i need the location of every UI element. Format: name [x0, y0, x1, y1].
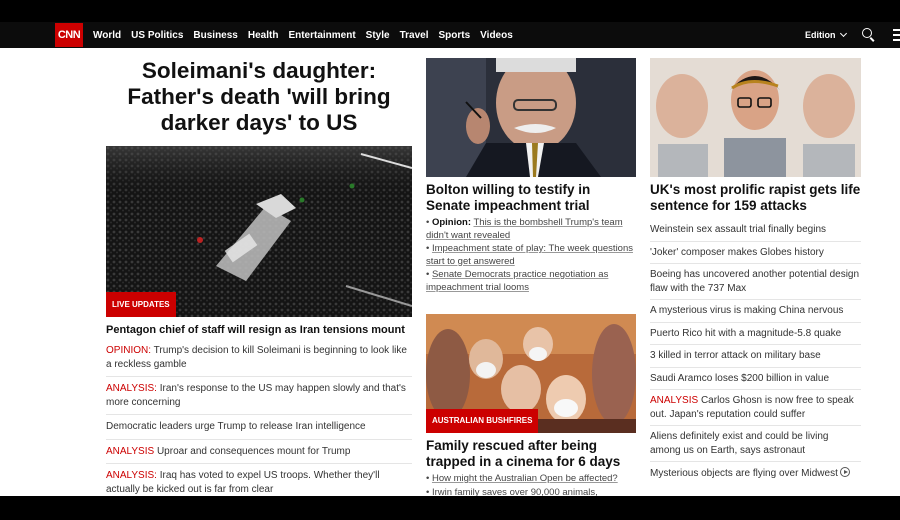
item-text: Weinstein sex assault trial finally begi… [650, 224, 827, 235]
item-prefix: ANALYSIS: [106, 470, 157, 481]
crowd-photo[interactable]: LIVE UPDATES [106, 146, 412, 317]
item-text: Impeachment state of play: The week ques… [426, 243, 633, 267]
list-item[interactable]: OPINION: Trump's decision to kill Soleim… [106, 342, 412, 376]
list-item[interactable]: • Impeachment state of play: The week qu… [426, 243, 636, 268]
list-item[interactable]: • Senate Democrats practice negotiation … [426, 269, 636, 294]
rapist-headline[interactable]: UK's most prolific rapist gets life sent… [650, 182, 861, 214]
list-item[interactable]: Aliens definitely exist and could be liv… [650, 425, 861, 461]
item-text: Trump's decision to kill Soleimani is be… [106, 345, 407, 370]
bolton-headline[interactable]: Bolton willing to testify in Senate impe… [426, 182, 636, 214]
edition-selector[interactable]: Edition [805, 22, 847, 48]
item-text: 'Joker' composer makes Globes history [650, 246, 824, 258]
list-item[interactable]: A mysterious virus is making China nervo… [650, 299, 861, 322]
nav-link-world[interactable]: World [93, 30, 121, 41]
list-item[interactable]: ANALYSIS: Iran's response to the US may … [106, 376, 412, 414]
item-text: Uproar and consequences mount for Trump [156, 445, 351, 457]
right-link-list: Weinstein sex assault trial finally begi… [650, 219, 861, 485]
nav-link-style[interactable]: Style [366, 30, 390, 41]
item-text: Irwin family saves over 90,000 animals, [431, 486, 598, 497]
play-icon [839, 467, 850, 477]
list-item[interactable]: Mysterious objects are flying over Midwe… [650, 461, 861, 485]
nav-link-travel[interactable]: Travel [400, 30, 429, 41]
item-text: 3 killed in terror attack on military ba… [650, 350, 821, 361]
item-prefix: ANALYSIS: [106, 383, 157, 394]
list-item[interactable]: Boeing has uncovered another potential d… [650, 263, 861, 299]
bushfire-headline[interactable]: Family rescued after being trapped in a … [426, 438, 636, 470]
nav-link-business[interactable]: Business [193, 30, 237, 41]
lead-column: Soleimani's daughter: Father's death 'wi… [106, 58, 412, 496]
cnn-homepage: CNN World US Politics Business Health En… [0, 22, 900, 496]
item-text: How might the Australian Open be affecte… [431, 473, 618, 484]
bolton-links: • Opinion: This is the bombshell Trump's… [426, 217, 636, 294]
chevron-down-icon [839, 29, 847, 38]
list-item[interactable]: ANALYSIS Uproar and consequences mount f… [106, 438, 412, 464]
nav-link-health[interactable]: Health [248, 30, 279, 41]
item-prefix: OPINION: [106, 345, 152, 356]
list-item[interactable]: • How might the Australian Open be affec… [426, 473, 636, 486]
list-item[interactable]: 'Joker' composer makes Globes history [650, 240, 861, 264]
item-prefix: ANALYSIS [106, 445, 155, 457]
bushfire-photo[interactable]: AUSTRALIAN BUSHFIRES [426, 314, 636, 433]
bolton-photo[interactable] [426, 58, 636, 177]
menu-icon[interactable] [893, 29, 900, 41]
suspect-photo[interactable] [650, 58, 861, 177]
list-item[interactable]: ANALYSIS Carlos Ghosn is now free to spe… [650, 389, 861, 425]
item-prefix: Opinion: [431, 217, 472, 228]
search-icon[interactable] [862, 28, 876, 42]
edition-label: Edition [805, 30, 836, 40]
lead-caption[interactable]: Pentagon chief of staff will resign as I… [106, 323, 412, 337]
browser-frame: CNN World US Politics Business Health En… [0, 0, 900, 520]
cnn-logo[interactable]: CNN [55, 23, 83, 47]
nav-link-videos[interactable]: Videos [480, 30, 513, 41]
item-text: Democratic leaders urge Trump to release… [106, 421, 366, 432]
list-item[interactable]: • Irwin family saves over 90,000 animals… [426, 487, 636, 497]
lead-link-list: OPINION: Trump's decision to kill Soleim… [106, 342, 412, 496]
list-item[interactable]: Democratic leaders urge Trump to release… [106, 414, 412, 439]
right-column: UK's most prolific rapist gets life sent… [650, 58, 861, 485]
item-text: Mysterious objects are flying over Midwe… [650, 468, 838, 479]
nav-link-sports[interactable]: Sports [439, 30, 471, 41]
list-item[interactable]: ANALYSIS: Iraq has voted to expel US tro… [106, 463, 412, 496]
bolton-image [426, 58, 636, 177]
item-text: Senate Democrats practice negotiation as… [426, 269, 609, 293]
list-item[interactable]: Weinstein sex assault trial finally begi… [650, 219, 861, 241]
lead-headline[interactable]: Soleimani's daughter: Father's death 'wi… [106, 58, 412, 136]
item-text: A mysterious virus is making China nervo… [650, 305, 844, 316]
list-item[interactable]: • Opinion: This is the bombshell Trump's… [426, 217, 636, 242]
nav-links: World US Politics Business Health Entert… [93, 22, 523, 48]
item-text: Boeing has uncovered another potential d… [650, 269, 860, 294]
nav-link-entertainment[interactable]: Entertainment [288, 30, 355, 41]
bushfires-tag: AUSTRALIAN BUSHFIRES [426, 409, 539, 433]
live-updates-tag: LIVE UPDATES [106, 292, 176, 317]
item-text: Saudi Aramco loses $200 billion in value [650, 372, 829, 384]
bushfire-links: • How might the Australian Open be affec… [426, 473, 636, 496]
list-item[interactable]: Puerto Rico hit with a magnitude-5.8 qua… [650, 321, 861, 345]
middle-column: Bolton willing to testify in Senate impe… [426, 58, 636, 496]
item-prefix: ANALYSIS [650, 395, 699, 406]
top-nav: CNN World US Politics Business Health En… [0, 22, 900, 48]
list-item[interactable]: Saudi Aramco loses $200 billion in value [650, 366, 861, 390]
suspect-image [650, 58, 861, 177]
item-text: Puerto Rico hit with a magnitude-5.8 qua… [650, 327, 842, 339]
list-item[interactable]: 3 killed in terror attack on military ba… [650, 344, 861, 367]
nav-link-us-politics[interactable]: US Politics [131, 30, 183, 41]
item-text: Aliens definitely exist and could be liv… [650, 431, 829, 456]
